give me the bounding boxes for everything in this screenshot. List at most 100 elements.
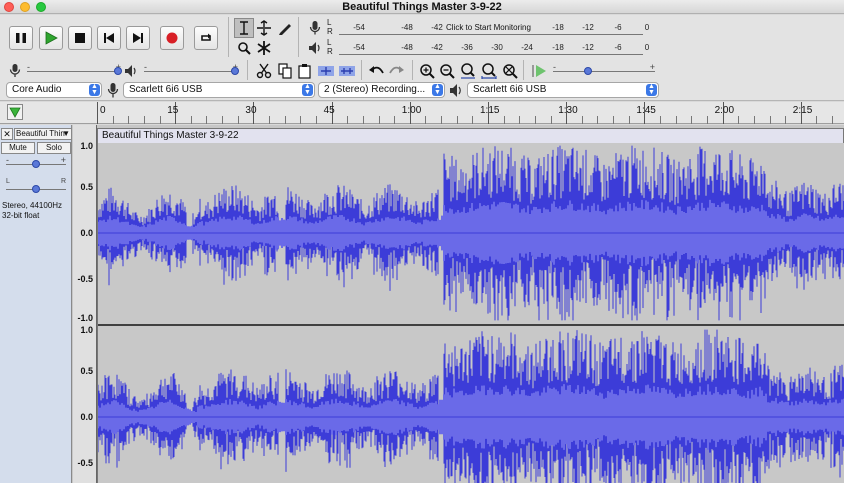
ruler-time-label: 0 xyxy=(100,105,106,116)
start-monitoring-text[interactable]: Click to Start Monitoring xyxy=(446,23,531,32)
slider-thumb[interactable] xyxy=(32,185,40,193)
ruler-minor-tick xyxy=(269,116,271,124)
play-at-speed-icon xyxy=(532,65,546,77)
record-icon xyxy=(166,32,178,44)
audio-clip[interactable]: Beautiful Things Master 3-9-22 xyxy=(97,128,844,483)
ruler-minor-tick xyxy=(347,116,349,124)
record-meter-button[interactable] xyxy=(305,18,325,38)
meter-tick-label: -54 xyxy=(353,23,365,32)
ruler-time-label: 2:00 xyxy=(714,105,735,116)
waveform-area[interactable] xyxy=(97,143,844,483)
slider-thumb[interactable] xyxy=(114,67,122,75)
toolbar-separator xyxy=(298,17,299,57)
play-at-speed-button[interactable] xyxy=(529,61,549,81)
solo-button[interactable]: Solo xyxy=(37,142,71,154)
clip-title-bar[interactable]: Beautiful Things Master 3-9-22 xyxy=(97,128,844,143)
slider-thumb[interactable] xyxy=(231,67,239,75)
envelope-tool[interactable] xyxy=(254,18,274,38)
ruler-minor-tick xyxy=(394,116,396,124)
fit-project-button[interactable] xyxy=(479,61,499,81)
playback-meter[interactable]: LR -54 -48 -42 -36 -30 -24 -18 -12 -6 0 xyxy=(327,38,650,58)
toolbar-separator xyxy=(523,60,524,80)
ruler-minor-tick xyxy=(613,116,615,124)
zoom-tool[interactable] xyxy=(234,38,254,58)
recording-channels-select[interactable]: 2 (Stereo) Recording... ▲ ▼ xyxy=(318,82,445,98)
track-area: ✕ Beautiful Thin ▼ Mute Solo - + L R Ster… xyxy=(0,125,844,483)
ruler-minor-tick xyxy=(222,116,224,124)
ruler-minor-tick xyxy=(691,116,693,124)
recording-device-select[interactable]: Scarlett 6i6 USB ▲ ▼ xyxy=(123,82,315,98)
draw-tool[interactable] xyxy=(275,18,295,38)
amplitude-label: -1.0 xyxy=(77,313,93,323)
redo-button[interactable] xyxy=(387,61,407,81)
ruler-minor-tick xyxy=(190,116,192,124)
copy-button[interactable] xyxy=(275,61,295,81)
audio-host-select[interactable]: Core Audio ▲ ▼ xyxy=(6,82,102,98)
ruler-minor-tick xyxy=(112,116,114,124)
meter-tick-label: -36 xyxy=(461,43,473,52)
ruler-time-label: 45 xyxy=(323,105,335,116)
ruler-minor-tick xyxy=(362,116,364,124)
meter-tick-label: -54 xyxy=(353,43,365,52)
record-button[interactable] xyxy=(160,26,184,50)
meter-tick-label: -6 xyxy=(614,43,622,52)
playback-device-select[interactable]: Scarlett 6i6 USB ▲ ▼ xyxy=(467,82,659,98)
play-button[interactable] xyxy=(39,26,63,50)
microphone-icon xyxy=(309,21,321,35)
zoom-toggle-button[interactable] xyxy=(500,61,520,81)
ruler-minor-tick xyxy=(550,116,552,124)
ruler-time-label: 1:00 xyxy=(401,105,422,116)
stop-button[interactable] xyxy=(68,26,92,50)
ruler-minor-tick xyxy=(159,116,161,124)
mute-button[interactable]: Mute xyxy=(1,142,35,154)
zoom-out-button[interactable] xyxy=(437,61,457,81)
toolbar-separator xyxy=(361,60,362,80)
meter-tick-label: 0 xyxy=(644,43,650,52)
ruler-minor-tick xyxy=(300,116,302,124)
timeline-ruler[interactable]: 0 15 30 45 1:00 1:15 1:30 1:45 2:00 2:15 xyxy=(0,102,844,124)
fit-selection-button[interactable] xyxy=(458,61,478,81)
amplitude-label: 0.5 xyxy=(80,182,93,192)
playback-volume-slider[interactable]: - + xyxy=(144,62,239,77)
caret-down-icon: ▼ xyxy=(62,129,70,138)
slider-thumb[interactable] xyxy=(32,160,40,168)
play-head-triangle-icon[interactable] xyxy=(7,104,23,120)
track-control-panel[interactable]: ✕ Beautiful Thin ▼ Mute Solo - + L R Ster… xyxy=(0,125,72,483)
pause-button[interactable] xyxy=(9,26,33,50)
ruler-minor-tick xyxy=(425,116,427,124)
zoom-in-button[interactable] xyxy=(417,61,437,81)
multi-tool[interactable] xyxy=(254,38,274,58)
trim-button[interactable] xyxy=(316,61,336,81)
ruler-minor-tick xyxy=(128,116,130,124)
slider-thumb[interactable] xyxy=(584,67,592,75)
silence-button[interactable] xyxy=(337,61,357,81)
track-name-menu[interactable]: Beautiful Thin ▼ xyxy=(14,128,72,140)
ruler-minor-tick xyxy=(237,116,239,124)
skip-to-end-button[interactable] xyxy=(126,26,150,50)
selection-tool[interactable] xyxy=(234,18,254,38)
close-track-button[interactable]: ✕ xyxy=(1,128,13,140)
skip-to-start-button[interactable] xyxy=(97,26,121,50)
amplitude-label: 0.0 xyxy=(80,412,93,422)
ruler-minor-tick xyxy=(785,116,787,124)
recording-volume-slider[interactable]: - + xyxy=(27,62,122,77)
ruler-minor-tick xyxy=(456,116,458,124)
clip-name: Beautiful Things Master 3-9-22 xyxy=(102,130,239,141)
ruler-minor-tick xyxy=(753,116,755,124)
playback-meter-button[interactable] xyxy=(305,38,325,58)
track-gain-slider[interactable]: - + xyxy=(6,155,66,170)
loop-icon xyxy=(201,33,211,41)
playback-speed-slider[interactable]: - + xyxy=(553,62,655,77)
undo-button[interactable] xyxy=(366,61,386,81)
chevron-updown-icon: ▲ ▼ xyxy=(302,83,313,96)
stop-icon xyxy=(75,33,85,43)
paste-button[interactable] xyxy=(295,61,315,81)
chevron-updown-icon: ▲ ▼ xyxy=(646,83,657,96)
track-pan-slider[interactable]: L R xyxy=(6,178,66,195)
meter-tick-label: -12 xyxy=(582,43,594,52)
cut-button[interactable] xyxy=(254,61,274,81)
channel-label: L xyxy=(327,38,332,47)
toolbar-separator xyxy=(228,17,229,57)
ruler-minor-tick xyxy=(519,116,521,124)
loop-button[interactable] xyxy=(194,26,218,50)
